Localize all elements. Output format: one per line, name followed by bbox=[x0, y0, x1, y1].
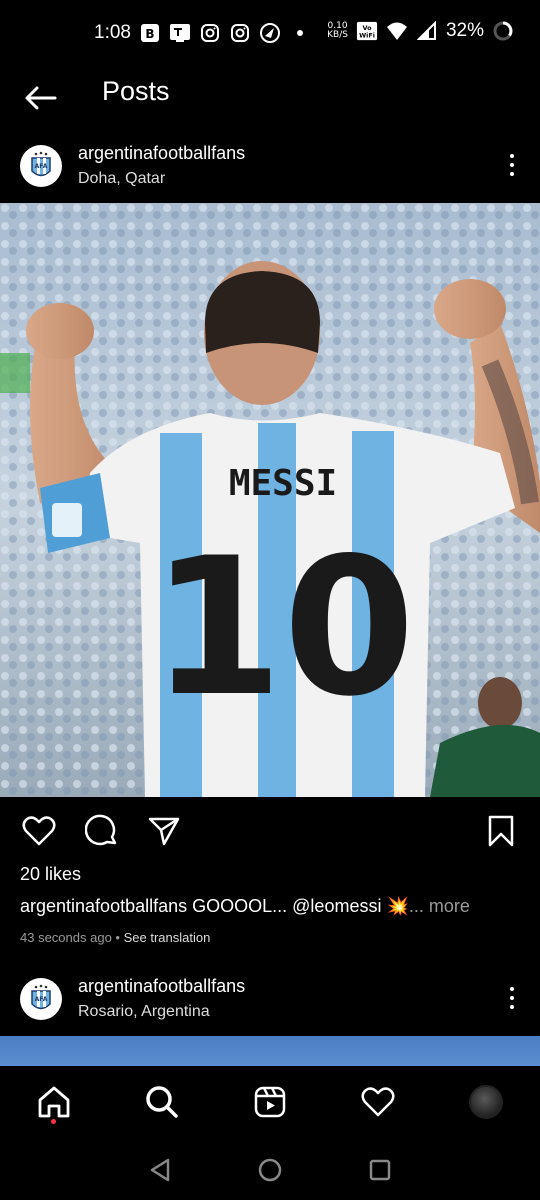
heart-icon bbox=[22, 816, 56, 846]
jersey-name: MESSI bbox=[229, 463, 337, 504]
home-icon bbox=[38, 1086, 70, 1118]
svg-text:AFA: AFA bbox=[35, 996, 48, 1003]
nav-activity-button[interactable] bbox=[356, 1080, 400, 1124]
post-header: AFA argentinafootballfans Rosario, Argen… bbox=[0, 966, 540, 1036]
dot-icon bbox=[289, 22, 311, 44]
post-time-ago: 43 seconds ago bbox=[20, 930, 112, 945]
post-header: AFA argentinafootballfans Doha, Qatar bbox=[0, 133, 540, 203]
reels-icon bbox=[254, 1086, 286, 1118]
heart-icon bbox=[361, 1087, 395, 1117]
post-image[interactable] bbox=[0, 1036, 540, 1066]
avatar[interactable]: AFA bbox=[20, 978, 62, 1020]
comment-icon bbox=[85, 814, 117, 846]
notification-dot-icon bbox=[51, 1119, 56, 1124]
bookmark-icon bbox=[488, 815, 514, 847]
system-home-button[interactable] bbox=[252, 1152, 288, 1188]
system-recents-button[interactable] bbox=[362, 1152, 398, 1188]
tv-app-icon bbox=[169, 22, 191, 44]
triangle-back-icon bbox=[150, 1158, 170, 1182]
more-dot-icon bbox=[510, 987, 514, 991]
more-dot-icon bbox=[510, 154, 514, 158]
square-recents-icon bbox=[369, 1159, 391, 1181]
system-nav-bar bbox=[0, 1138, 540, 1200]
caption-username[interactable]: argentinafootballfans bbox=[20, 896, 187, 916]
b-app-icon: B bbox=[139, 22, 161, 44]
status-bar: 1:08 B 0.10 KB/S Vo WiFi 32% bbox=[0, 0, 540, 70]
comment-button[interactable] bbox=[83, 812, 121, 850]
afa-crest-icon: AFA bbox=[21, 146, 61, 186]
status-time: 1:08 bbox=[94, 22, 131, 43]
nav-home-button[interactable] bbox=[32, 1080, 76, 1124]
meta-separator: • bbox=[115, 930, 120, 945]
page-title: Posts bbox=[102, 76, 170, 106]
circle-home-icon bbox=[258, 1158, 282, 1182]
likes-count[interactable]: 20 likes bbox=[20, 864, 81, 885]
more-options-button[interactable] bbox=[502, 147, 522, 183]
like-button[interactable] bbox=[20, 812, 58, 850]
network-speed: 0.10 KB/S bbox=[327, 22, 348, 40]
hotstar-icon bbox=[259, 22, 281, 44]
more-options-button[interactable] bbox=[502, 980, 522, 1016]
search-icon bbox=[146, 1086, 178, 1118]
more-dot-icon bbox=[510, 172, 514, 176]
post-image[interactable]: MESSI 10 bbox=[0, 203, 540, 797]
svg-text:AFA: AFA bbox=[35, 163, 48, 170]
network-speed-unit: KB/S bbox=[327, 30, 348, 40]
more-dot-icon bbox=[510, 996, 514, 1000]
svg-text:B: B bbox=[145, 27, 154, 41]
post-username[interactable]: argentinafootballfans bbox=[78, 976, 245, 997]
wifi-icon bbox=[386, 20, 408, 42]
afa-crest-icon: AFA bbox=[21, 979, 61, 1019]
send-icon bbox=[148, 817, 180, 846]
nav-reels-button[interactable] bbox=[248, 1080, 292, 1124]
top-header: Posts bbox=[0, 70, 540, 130]
jersey-number: 10 bbox=[151, 517, 415, 738]
post-meta: 43 seconds ago • See translation bbox=[20, 930, 210, 945]
battery-icon bbox=[492, 20, 514, 42]
instagram-icon bbox=[229, 22, 251, 44]
post-actions bbox=[0, 808, 540, 852]
system-back-button[interactable] bbox=[142, 1152, 178, 1188]
post-location[interactable]: Doha, Qatar bbox=[78, 170, 165, 188]
nav-profile-button[interactable] bbox=[464, 1080, 508, 1124]
post-username[interactable]: argentinafootballfans bbox=[78, 143, 245, 164]
post-caption[interactable]: argentinafootballfans GOOOOL... @leomess… bbox=[20, 896, 470, 917]
profile-avatar bbox=[469, 1085, 503, 1119]
save-button[interactable] bbox=[482, 812, 520, 850]
svg-text:WiFi: WiFi bbox=[359, 31, 375, 39]
avatar[interactable]: AFA bbox=[20, 145, 62, 187]
nav-search-button[interactable] bbox=[140, 1080, 184, 1124]
volte-wifi-icon: Vo WiFi bbox=[356, 20, 378, 42]
more-dot-icon bbox=[510, 163, 514, 167]
caption-more-link[interactable]: ... more bbox=[409, 896, 470, 916]
status-right: 0.10 KB/S Vo WiFi 32% bbox=[327, 20, 514, 42]
back-button[interactable] bbox=[20, 78, 60, 118]
post-location[interactable]: Rosario, Argentina bbox=[78, 1003, 210, 1021]
share-button[interactable] bbox=[145, 812, 183, 850]
instagram-icon bbox=[199, 22, 221, 44]
bottom-nav bbox=[0, 1066, 540, 1138]
status-left: 1:08 B bbox=[94, 22, 311, 44]
signal-icon bbox=[416, 20, 438, 42]
see-translation-link[interactable]: See translation bbox=[124, 930, 211, 945]
more-dot-icon bbox=[510, 1005, 514, 1009]
battery-percentage: 32% bbox=[445, 20, 484, 41]
caption-text: GOOOOL... @leomessi 💥 bbox=[192, 896, 409, 916]
back-arrow-icon bbox=[25, 86, 57, 110]
